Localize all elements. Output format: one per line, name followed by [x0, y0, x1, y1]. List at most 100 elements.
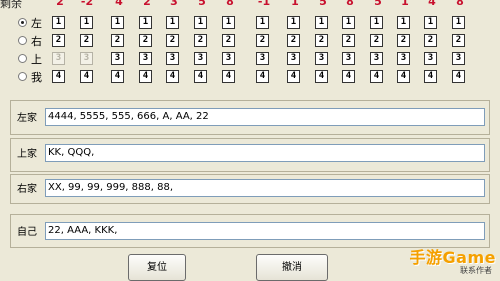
card-count-cell[interactable]: 2: [256, 34, 269, 47]
remaining-count: -2: [80, 0, 94, 8]
card-count-cell[interactable]: 2: [315, 34, 328, 47]
card-count-cell[interactable]: 4: [370, 70, 383, 83]
remaining-count: 5: [319, 0, 327, 8]
hand-label-left: 左家: [17, 113, 37, 124]
card-count-cell[interactable]: 4: [139, 70, 152, 83]
card-count-cell[interactable]: 4: [424, 70, 437, 83]
hand-panel-self: 自己 22, AAA, KKK,: [10, 214, 490, 248]
card-count-cell[interactable]: 4: [342, 70, 355, 83]
card-count-cell[interactable]: 1: [370, 16, 383, 29]
card-count-cell[interactable]: 2: [139, 34, 152, 47]
player-row: 右222222222222222: [0, 33, 500, 51]
card-count-cell[interactable]: 4: [80, 70, 93, 83]
card-count-cell[interactable]: 2: [287, 34, 300, 47]
card-count-cell[interactable]: 3: [287, 52, 300, 65]
remaining-count: 1: [291, 0, 299, 8]
watermark-subtext: 联系作者: [460, 266, 492, 275]
player-radio[interactable]: [18, 36, 27, 45]
remaining-count-strip: 剩余 2 -2 4 2 3 5 8 -1 1 5 8 5 1 4 8: [0, 0, 500, 9]
card-count-cell[interactable]: 2: [452, 34, 465, 47]
card-count-cell[interactable]: 2: [194, 34, 207, 47]
card-count-cell[interactable]: 2: [397, 34, 410, 47]
player-radio-label[interactable]: 左: [31, 15, 42, 31]
remaining-count: 8: [456, 0, 464, 8]
player-radio[interactable]: [18, 54, 27, 63]
remaining-count: 2: [56, 0, 64, 8]
watermark: 手游Game 联系作者: [410, 249, 496, 275]
remaining-count: 5: [374, 0, 382, 8]
card-count-cell[interactable]: 2: [80, 34, 93, 47]
card-count-cell[interactable]: 1: [194, 16, 207, 29]
card-count-cell[interactable]: 1: [222, 16, 235, 29]
card-count-cell[interactable]: 4: [397, 70, 410, 83]
card-count-cell[interactable]: 3: [166, 52, 179, 65]
card-count-cell[interactable]: 3: [111, 52, 124, 65]
player-row: 左111111111111111: [0, 15, 500, 33]
remaining-count: 8: [226, 0, 234, 8]
hand-panel-right: 右家 XX, 99, 99, 999, 888, 88,: [10, 174, 490, 204]
card-count-cell[interactable]: 2: [166, 34, 179, 47]
card-count-cell[interactable]: 4: [166, 70, 179, 83]
card-count-cell[interactable]: 3: [370, 52, 383, 65]
card-count-cell[interactable]: 3: [424, 52, 437, 65]
card-count-cell[interactable]: 2: [370, 34, 383, 47]
card-count-cell[interactable]: 1: [287, 16, 300, 29]
watermark-logo-text: 手游Game: [409, 248, 496, 267]
card-count-cell[interactable]: 1: [342, 16, 355, 29]
card-count-cell[interactable]: 2: [111, 34, 124, 47]
card-count-cell[interactable]: 2: [424, 34, 437, 47]
card-count-cell[interactable]: 4: [52, 70, 65, 83]
remaining-label: 剩余: [0, 0, 22, 9]
card-count-cell[interactable]: 1: [111, 16, 124, 29]
card-count-cell[interactable]: 4: [452, 70, 465, 83]
player-radio[interactable]: [18, 72, 27, 81]
card-count-cell[interactable]: 1: [315, 16, 328, 29]
card-count-cell[interactable]: 1: [424, 16, 437, 29]
card-count-cell[interactable]: 4: [194, 70, 207, 83]
card-count-cell[interactable]: 2: [52, 34, 65, 47]
remaining-count: 1: [401, 0, 409, 8]
remaining-count: -1: [257, 0, 271, 8]
player-radio-label[interactable]: 上: [31, 51, 42, 67]
card-count-cell[interactable]: 4: [111, 70, 124, 83]
card-count-cell[interactable]: 3: [80, 52, 93, 65]
card-count-cell[interactable]: 3: [397, 52, 410, 65]
remaining-count: 4: [428, 0, 436, 8]
remaining-count: 8: [346, 0, 354, 8]
card-count-cell[interactable]: 1: [166, 16, 179, 29]
remaining-count: 5: [198, 0, 206, 8]
card-count-cell[interactable]: 2: [342, 34, 355, 47]
remaining-count: 2: [143, 0, 151, 8]
card-count-cell[interactable]: 1: [139, 16, 152, 29]
card-count-cell[interactable]: 3: [222, 52, 235, 65]
hand-field-right[interactable]: XX, 99, 99, 999, 888, 88,: [45, 179, 485, 197]
card-count-cell[interactable]: 4: [315, 70, 328, 83]
hand-field-top[interactable]: KK, QQQ,: [45, 144, 485, 162]
card-count-cell[interactable]: 1: [256, 16, 269, 29]
card-count-cell[interactable]: 3: [315, 52, 328, 65]
hand-panel-left: 左家 4444, 5555, 555, 666, A, AA, 22: [10, 100, 490, 135]
card-count-cell[interactable]: 1: [80, 16, 93, 29]
player-radio-label[interactable]: 右: [31, 33, 42, 49]
card-count-cell[interactable]: 1: [452, 16, 465, 29]
player-radio[interactable]: [18, 18, 27, 27]
card-count-cell[interactable]: 4: [287, 70, 300, 83]
card-count-cell[interactable]: 4: [256, 70, 269, 83]
player-row: 我444444444444444: [0, 69, 500, 87]
hand-field-left[interactable]: 4444, 5555, 555, 666, A, AA, 22: [45, 108, 485, 126]
card-count-cell[interactable]: 2: [222, 34, 235, 47]
card-count-cell[interactable]: 3: [194, 52, 207, 65]
hand-label-self: 自己: [17, 227, 37, 238]
card-count-cell[interactable]: 1: [397, 16, 410, 29]
card-count-cell[interactable]: 3: [256, 52, 269, 65]
card-count-cell[interactable]: 3: [52, 52, 65, 65]
card-count-cell[interactable]: 3: [452, 52, 465, 65]
card-count-cell[interactable]: 1: [52, 16, 65, 29]
card-count-cell[interactable]: 3: [342, 52, 355, 65]
player-radio-label[interactable]: 我: [31, 69, 42, 85]
undo-button[interactable]: 撤消: [256, 254, 328, 281]
hand-field-self[interactable]: 22, AAA, KKK,: [45, 222, 485, 240]
card-count-cell[interactable]: 3: [139, 52, 152, 65]
reset-button[interactable]: 复位: [128, 254, 186, 281]
card-count-cell[interactable]: 4: [222, 70, 235, 83]
